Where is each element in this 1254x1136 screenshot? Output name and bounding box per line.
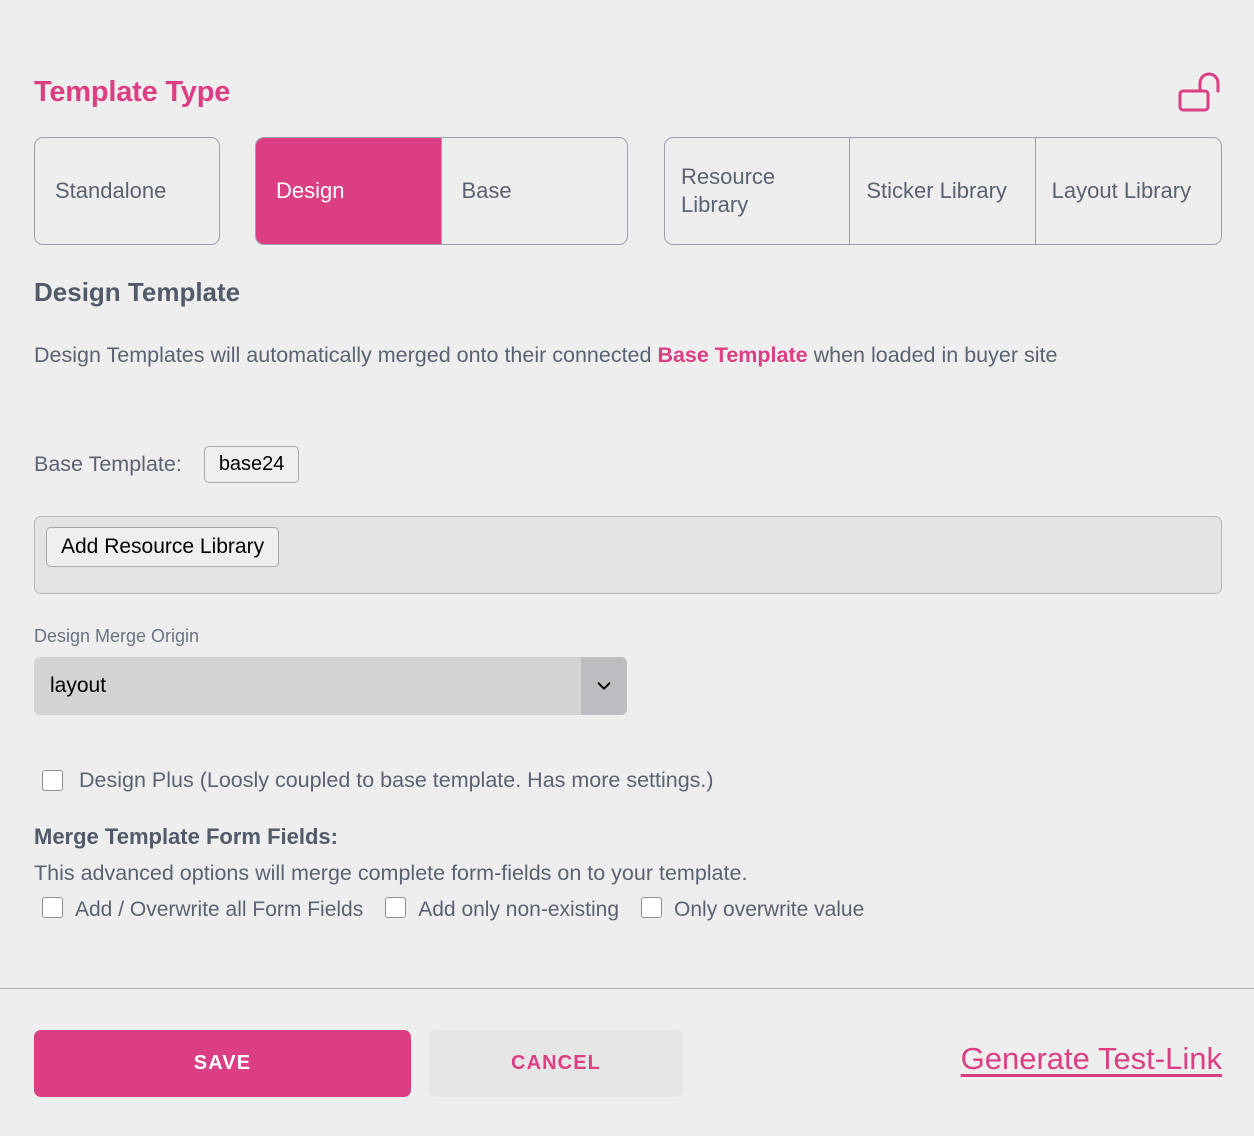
- design-merge-origin-label: Design Merge Origin: [34, 626, 200, 646]
- generate-test-link[interactable]: Generate Test-Link: [961, 1041, 1222, 1077]
- base-template-row: Base Template: base24: [34, 446, 300, 483]
- description-highlight-base-template: Base Template: [657, 343, 808, 367]
- save-button[interactable]: SAVE: [34, 1030, 411, 1097]
- base-template-value-button[interactable]: base24: [203, 446, 300, 483]
- template-type-option-label: Sticker Library: [866, 177, 1007, 203]
- base-template-label: Base Template:: [34, 452, 182, 476]
- design-plus-checkbox[interactable]: [42, 770, 63, 791]
- template-type-option-label: Design: [276, 177, 345, 203]
- resource-library-container: Add Resource Library: [34, 516, 1222, 594]
- template-type-option-label: Standalone: [55, 177, 167, 203]
- design-merge-origin-value: layout: [34, 657, 581, 715]
- merge-form-fields-description: This advanced options will merge complet…: [34, 861, 748, 885]
- add-resource-library-button[interactable]: Add Resource Library: [46, 527, 280, 568]
- merge-option-only-overwrite[interactable]: Only overwrite value: [641, 897, 865, 921]
- merge-option-label: Add / Overwrite all Form Fields: [75, 898, 364, 921]
- template-type-option-resource-library[interactable]: Resource Library: [665, 138, 851, 244]
- merge-option-label: Add only non-existing: [418, 898, 620, 921]
- merge-option-non-existing-checkbox[interactable]: [385, 897, 407, 918]
- template-type-option-layout-library[interactable]: Layout Library: [1036, 138, 1221, 244]
- template-type-group-libraries: Resource Library Sticker Library Layout …: [664, 137, 1222, 245]
- design-template-heading: Design Template: [34, 277, 241, 307]
- design-plus-label: Design Plus (Loosly coupled to base temp…: [79, 768, 714, 792]
- template-type-option-label: Base: [461, 177, 512, 203]
- template-type-option-base[interactable]: Base: [442, 138, 628, 244]
- merge-option-overwrite-all-checkbox[interactable]: [42, 897, 63, 918]
- merge-form-fields-options: Add / Overwrite all Form Fields Add only…: [42, 897, 886, 921]
- design-merge-origin-select[interactable]: layout: [34, 657, 627, 715]
- footer-divider: [0, 988, 1254, 989]
- template-type-option-design[interactable]: Design: [256, 138, 442, 244]
- template-type-option-standalone[interactable]: Standalone: [35, 138, 219, 244]
- template-type-option-label: Layout Library: [1051, 177, 1192, 203]
- merge-option-overwrite-all[interactable]: Add / Overwrite all Form Fields: [42, 897, 364, 921]
- merge-form-fields-title: Merge Template Form Fields:: [34, 824, 338, 849]
- template-type-group-standalone: Standalone: [34, 137, 220, 245]
- merge-option-non-existing[interactable]: Add only non-existing: [385, 897, 620, 921]
- cancel-button[interactable]: CANCEL: [429, 1030, 683, 1097]
- description-text-part2: when loaded in buyer site: [807, 343, 1058, 367]
- design-plus-row: Design Plus (Loosly coupled to base temp…: [42, 768, 714, 793]
- template-type-panel: Template Type Standalone Design Base Res…: [0, 0, 1254, 1136]
- page-title: Template Type: [34, 76, 231, 108]
- merge-option-only-overwrite-checkbox[interactable]: [641, 897, 663, 918]
- template-type-option-sticker-library[interactable]: Sticker Library: [850, 138, 1036, 244]
- template-type-option-label: Resource Library: [681, 163, 776, 217]
- template-type-group-design-base: Design Base: [255, 137, 628, 245]
- design-template-description: Design Templates will automatically merg…: [34, 337, 1179, 373]
- merge-option-label: Only overwrite value: [674, 898, 865, 921]
- chevron-down-icon: [581, 657, 627, 715]
- unlocked-padlock-icon[interactable]: [1176, 70, 1222, 116]
- description-text-part1: Design Templates will automatically merg…: [34, 343, 658, 367]
